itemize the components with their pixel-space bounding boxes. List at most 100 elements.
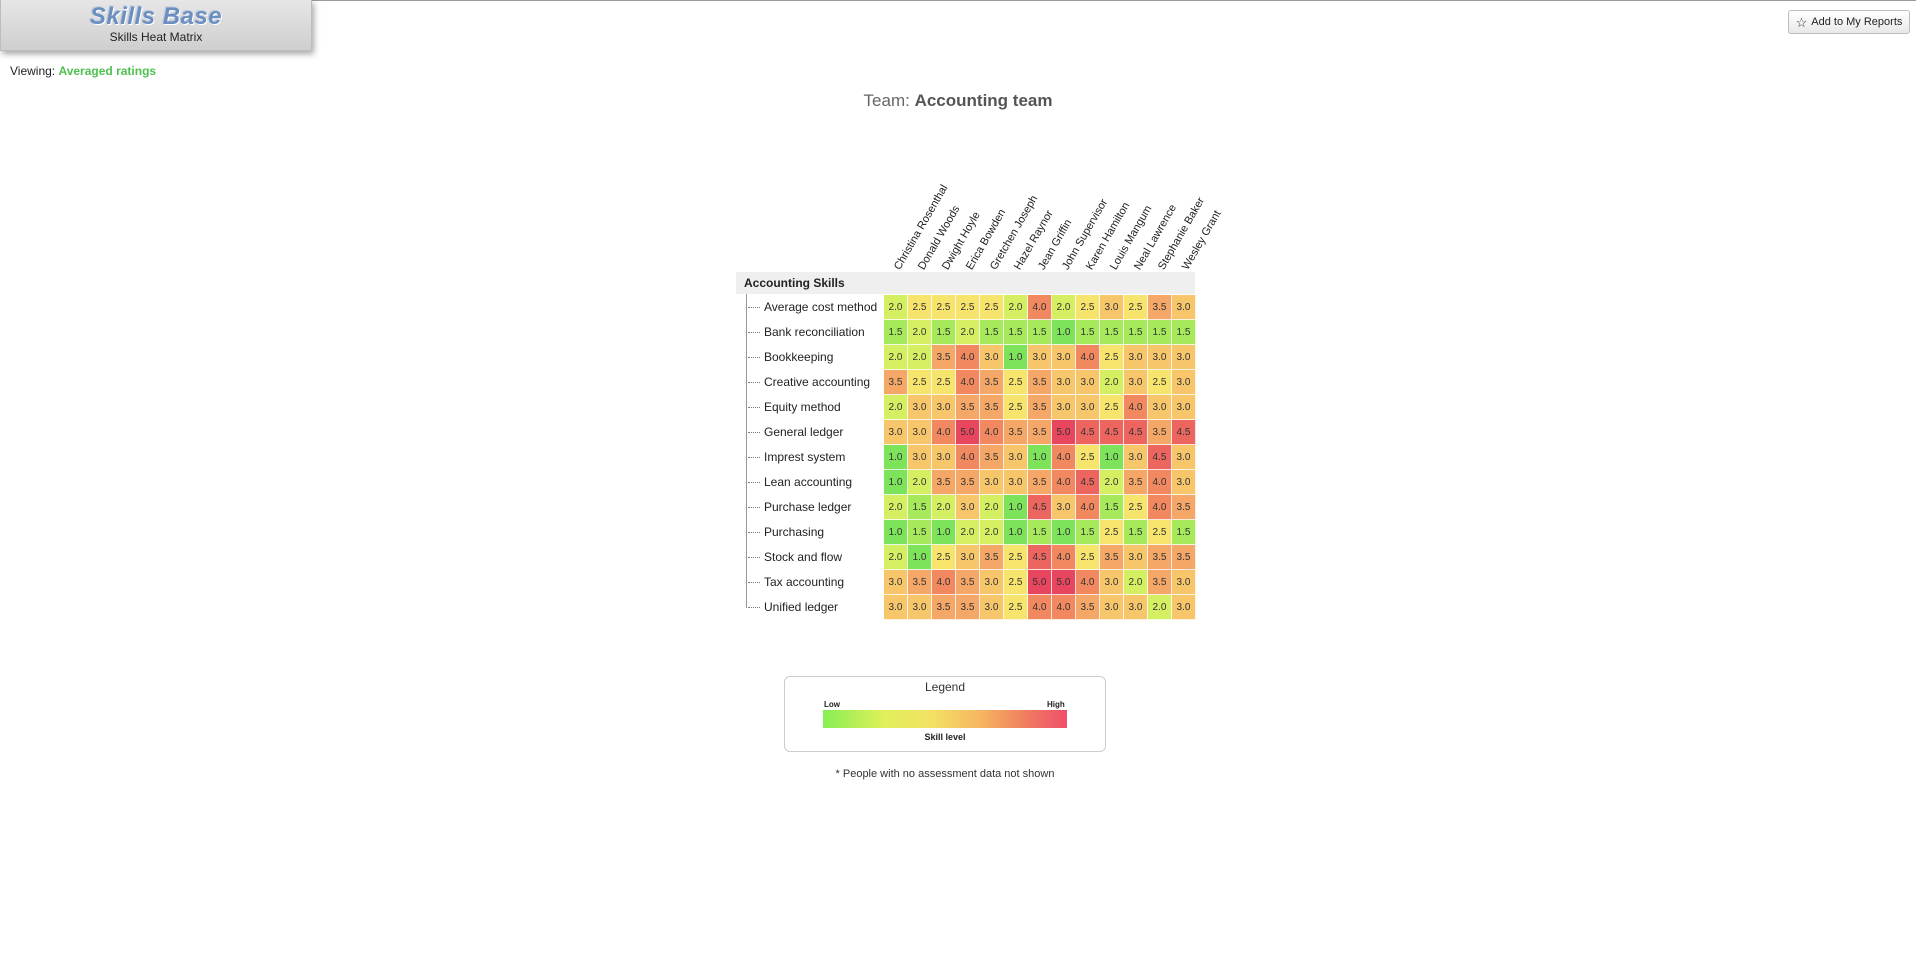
rating-cell[interactable]: 3.5	[1076, 595, 1100, 620]
rating-cell[interactable]: 1.5	[1172, 320, 1196, 345]
rating-cell[interactable]: 2.0	[1148, 595, 1172, 620]
rating-cell[interactable]: 2.0	[908, 470, 932, 495]
rating-cell[interactable]: 3.0	[980, 345, 1004, 370]
rating-cell[interactable]: 3.0	[1100, 595, 1124, 620]
rating-cell[interactable]: 3.0	[1172, 295, 1196, 320]
rating-cell[interactable]: 2.0	[884, 295, 908, 320]
rating-cell[interactable]: 3.5	[932, 345, 956, 370]
rating-cell[interactable]: 2.0	[1100, 370, 1124, 395]
rating-cell[interactable]: 3.0	[1052, 495, 1076, 520]
rating-cell[interactable]: 2.0	[980, 495, 1004, 520]
rating-cell[interactable]: 1.5	[1124, 520, 1148, 545]
rating-cell[interactable]: 2.0	[908, 345, 932, 370]
rating-cell[interactable]: 3.5	[980, 445, 1004, 470]
rating-cell[interactable]: 3.0	[1052, 395, 1076, 420]
rating-cell[interactable]: 4.0	[1052, 470, 1076, 495]
rating-cell[interactable]: 2.5	[1004, 545, 1028, 570]
rating-cell[interactable]: 5.0	[1052, 570, 1076, 595]
rating-cell[interactable]: 4.5	[1076, 420, 1100, 445]
rating-cell[interactable]: 4.5	[1148, 445, 1172, 470]
rating-cell[interactable]: 4.0	[932, 570, 956, 595]
rating-cell[interactable]: 3.0	[956, 545, 980, 570]
rating-cell[interactable]: 3.5	[1028, 395, 1052, 420]
rating-cell[interactable]: 4.0	[1028, 295, 1052, 320]
rating-cell[interactable]: 2.5	[1004, 595, 1028, 620]
rating-cell[interactable]: 2.5	[1100, 520, 1124, 545]
rating-cell[interactable]: 3.0	[1100, 570, 1124, 595]
rating-cell[interactable]: 3.5	[908, 570, 932, 595]
rating-cell[interactable]: 3.5	[956, 570, 980, 595]
rating-cell[interactable]: 3.0	[956, 495, 980, 520]
rating-cell[interactable]: 3.0	[1148, 395, 1172, 420]
rating-cell[interactable]: 1.0	[1004, 345, 1028, 370]
rating-cell[interactable]: 4.5	[1076, 470, 1100, 495]
rating-cell[interactable]: 3.0	[1172, 470, 1196, 495]
rating-cell[interactable]: 4.0	[932, 420, 956, 445]
rating-cell[interactable]: 1.0	[884, 520, 908, 545]
rating-cell[interactable]: 4.0	[1076, 345, 1100, 370]
rating-cell[interactable]: 3.0	[884, 570, 908, 595]
rating-cell[interactable]: 2.5	[908, 295, 932, 320]
rating-cell[interactable]: 3.5	[956, 395, 980, 420]
rating-cell[interactable]: 5.0	[1052, 420, 1076, 445]
rating-cell[interactable]: 4.0	[1052, 445, 1076, 470]
rating-cell[interactable]: 1.5	[1100, 495, 1124, 520]
rating-cell[interactable]: 1.0	[932, 520, 956, 545]
rating-cell[interactable]: 3.0	[1100, 295, 1124, 320]
rating-cell[interactable]: 4.0	[1076, 495, 1100, 520]
rating-cell[interactable]: 1.5	[1172, 520, 1196, 545]
rating-cell[interactable]: 4.5	[1028, 495, 1052, 520]
rating-cell[interactable]: 3.0	[1148, 345, 1172, 370]
rating-cell[interactable]: 3.5	[1028, 420, 1052, 445]
rating-cell[interactable]: 3.5	[1148, 420, 1172, 445]
rating-cell[interactable]: 2.0	[956, 520, 980, 545]
rating-cell[interactable]: 1.0	[1052, 320, 1076, 345]
rating-cell[interactable]: 1.0	[1004, 520, 1028, 545]
rating-cell[interactable]: 2.0	[1052, 295, 1076, 320]
rating-cell[interactable]: 1.5	[1028, 520, 1052, 545]
rating-cell[interactable]: 4.0	[1052, 545, 1076, 570]
rating-cell[interactable]: 3.0	[1052, 345, 1076, 370]
rating-cell[interactable]: 2.0	[1100, 470, 1124, 495]
rating-cell[interactable]: 3.0	[1004, 445, 1028, 470]
rating-cell[interactable]: 2.5	[980, 295, 1004, 320]
rating-cell[interactable]: 4.0	[956, 345, 980, 370]
rating-cell[interactable]: 2.0	[1004, 295, 1028, 320]
rating-cell[interactable]: 1.5	[1028, 320, 1052, 345]
rating-cell[interactable]: 3.5	[1028, 470, 1052, 495]
rating-cell[interactable]: 1.0	[884, 445, 908, 470]
rating-cell[interactable]: 1.0	[908, 545, 932, 570]
rating-cell[interactable]: 3.0	[1172, 570, 1196, 595]
rating-cell[interactable]: 2.0	[956, 320, 980, 345]
rating-cell[interactable]: 2.5	[1100, 345, 1124, 370]
rating-cell[interactable]: 3.5	[1148, 295, 1172, 320]
rating-cell[interactable]: 3.0	[908, 595, 932, 620]
rating-cell[interactable]: 1.0	[1100, 445, 1124, 470]
rating-cell[interactable]: 3.5	[980, 545, 1004, 570]
rating-cell[interactable]: 3.5	[1028, 370, 1052, 395]
rating-cell[interactable]: 3.0	[1076, 395, 1100, 420]
rating-cell[interactable]: 3.5	[980, 395, 1004, 420]
rating-cell[interactable]: 3.5	[1172, 495, 1196, 520]
rating-cell[interactable]: 2.5	[932, 370, 956, 395]
rating-cell[interactable]: 4.5	[1100, 420, 1124, 445]
rating-cell[interactable]: 1.5	[908, 520, 932, 545]
rating-cell[interactable]: 2.5	[932, 295, 956, 320]
rating-cell[interactable]: 2.5	[1124, 295, 1148, 320]
rating-cell[interactable]: 2.5	[1124, 495, 1148, 520]
rating-cell[interactable]: 3.0	[1124, 370, 1148, 395]
rating-cell[interactable]: 3.5	[1004, 420, 1028, 445]
rating-cell[interactable]: 3.0	[908, 395, 932, 420]
rating-cell[interactable]: 2.0	[884, 345, 908, 370]
rating-cell[interactable]: 3.0	[1028, 345, 1052, 370]
rating-cell[interactable]: 1.5	[980, 320, 1004, 345]
rating-cell[interactable]: 2.5	[1100, 395, 1124, 420]
rating-cell[interactable]: 4.5	[1028, 545, 1052, 570]
rating-cell[interactable]: 2.5	[1076, 545, 1100, 570]
rating-cell[interactable]: 3.0	[980, 570, 1004, 595]
rating-cell[interactable]: 1.5	[1076, 520, 1100, 545]
rating-cell[interactable]: 3.0	[1172, 345, 1196, 370]
rating-cell[interactable]: 3.0	[1172, 595, 1196, 620]
rating-cell[interactable]: 2.0	[908, 320, 932, 345]
rating-cell[interactable]: 2.5	[1148, 520, 1172, 545]
